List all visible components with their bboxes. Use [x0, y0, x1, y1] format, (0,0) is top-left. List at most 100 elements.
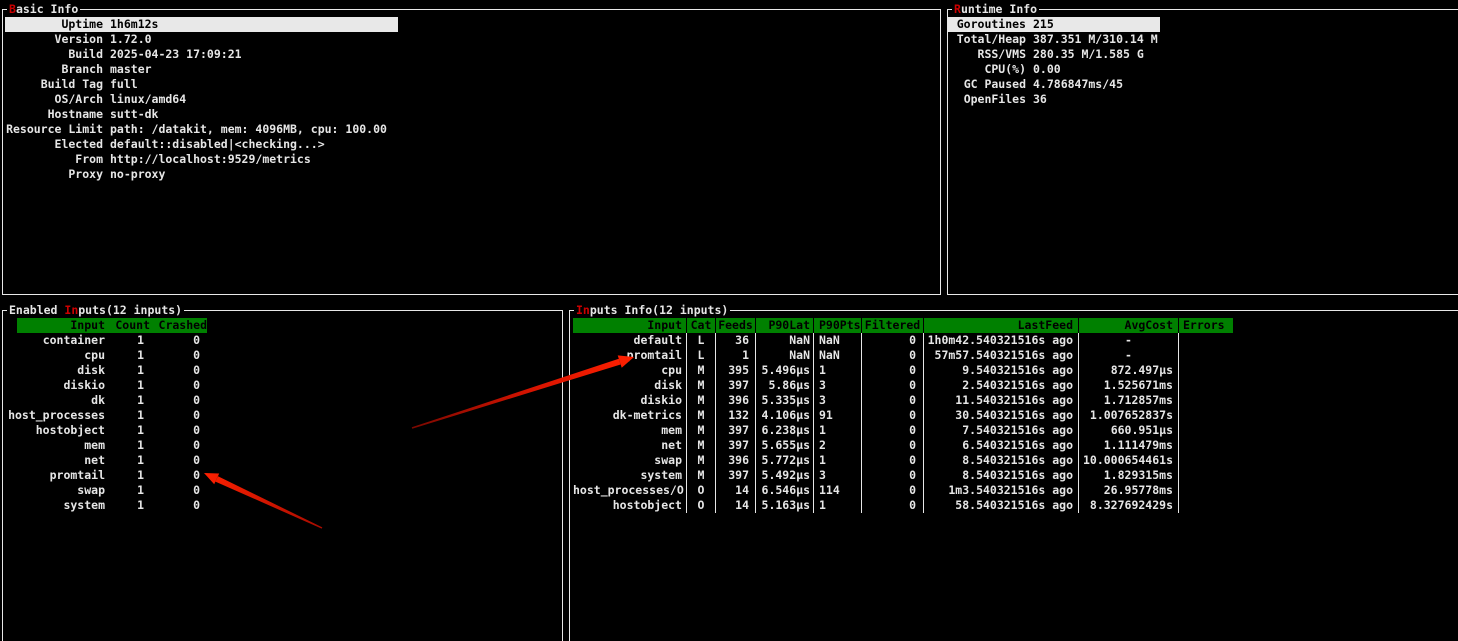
title-hotkey: R [954, 2, 961, 16]
table-row[interactable]: net M 397 5.655µs 2 0 6.540321516s ago 1.111479… [573, 438, 1233, 453]
info-row[interactable]: OpenFiles 36 [948, 92, 1160, 107]
panel-basic-info: Basic Info Uptime 1h6m12s Version 1.72.0 Bui… [2, 2, 941, 295]
table-row[interactable]: hostobject 1 0 [5, 423, 207, 438]
info-row[interactable]: Hostname sutt-dk [5, 107, 398, 122]
cell-avgcost: 1.525671ms [1079, 378, 1179, 393]
enabled-inputs-table: Input Count Crashed container 1 0 cpu 1 0 disk 1 0 d… [5, 318, 207, 513]
title-hotkey: B [9, 2, 16, 16]
row-label: Goroutines [956, 17, 1026, 31]
cell-lastfeed: 6.540321516s ago [924, 438, 1079, 453]
table-row[interactable]: system 1 0 [5, 498, 207, 513]
cell-lastfeed: 8.540321516s ago [924, 453, 1079, 468]
table-row[interactable]: net 1 0 [5, 453, 207, 468]
cell-p90pts: NaN [814, 348, 862, 363]
table-row[interactable]: cpu 1 0 [5, 348, 207, 363]
table-row[interactable]: promtail 1 0 [5, 468, 207, 483]
cell-input: host_processes/O [573, 483, 687, 498]
column-header-feeds: Feeds [716, 318, 756, 333]
column-header-p90lat: P90Lat [756, 318, 814, 333]
cell-input: dk-metrics [573, 408, 687, 423]
table-row[interactable]: dk-metrics M 132 4.106µs 91 0 30.540321516s ag… [573, 408, 1233, 423]
cell-input: net [84, 453, 105, 467]
row-label: Branch [61, 62, 103, 76]
cell-p90pts: 2 [814, 438, 862, 453]
cell-filtered: 0 [862, 438, 924, 453]
cell-cat: L [687, 333, 716, 348]
row-value: sutt-dk [110, 107, 159, 121]
cell-crashed: 0 [193, 393, 200, 407]
table-row[interactable]: cpu M 395 5.496µs 1 0 9.540321516s ago 872.497µ… [573, 363, 1233, 378]
info-row[interactable]: Uptime 1h6m12s [5, 17, 398, 32]
cell-input: swap [77, 483, 105, 497]
info-row[interactable]: Resource Limit path: /datakit, mem: 4096M… [5, 122, 398, 137]
row-value: 215 [1033, 17, 1054, 31]
cell-count: 1 [137, 423, 144, 437]
cell-errors [1179, 438, 1233, 453]
cell-lastfeed: 8.540321516s ago [924, 468, 1079, 483]
row-value: linux/amd64 [110, 92, 187, 106]
table-row[interactable]: diskio M 396 5.335µs 3 0 11.540321516s ago 1.71… [573, 393, 1233, 408]
cell-input: mem [573, 423, 687, 438]
column-header-p90pts: P90Pts [814, 318, 862, 333]
cell-lastfeed: 58.540321516s ago [924, 498, 1079, 513]
cell-cat: M [687, 423, 716, 438]
table-row[interactable]: host_processes/O O 14 6.546µs 114 0 1m3.540321… [573, 483, 1233, 498]
info-row[interactable]: Build Tag full [5, 77, 398, 92]
cell-crashed: 0 [193, 408, 200, 422]
cell-lastfeed: 9.540321516s ago [924, 363, 1079, 378]
table-row[interactable]: system M 397 5.492µs 3 0 8.540321516s ago 1.829… [573, 468, 1233, 483]
cell-avgcost: 1.712857ms [1079, 393, 1179, 408]
info-row[interactable]: From http://localhost:9529/metrics [5, 152, 398, 167]
cell-input: promtail [49, 468, 105, 482]
row-value: 4.786847ms/45 [1033, 77, 1124, 91]
title-post: asic Info [15, 2, 79, 16]
table-row[interactable]: diskio 1 0 [5, 378, 207, 393]
cell-feeds: 397 [716, 468, 756, 483]
cell-crashed: 0 [193, 348, 200, 362]
cell-filtered: 0 [862, 408, 924, 423]
table-row[interactable]: default L 36 NaN NaN 0 1h0m42.540321516s ago - [573, 333, 1233, 348]
cell-count: 1 [137, 378, 144, 392]
info-row[interactable]: Elected default::disabled|<checking...> [5, 137, 398, 152]
cell-crashed: 0 [193, 498, 200, 512]
table-row[interactable]: disk 1 0 [5, 363, 207, 378]
cell-input: diskio [63, 378, 105, 392]
table-row[interactable]: promtail L 1 NaN NaN 0 57m57.540321516s ago - [573, 348, 1233, 363]
table-row[interactable]: mem 1 0 [5, 438, 207, 453]
cell-filtered: 0 [862, 348, 924, 363]
cell-input: diskio [573, 393, 687, 408]
table-row[interactable]: hostobject O 14 5.163µs 1 0 58.540321516s ago 8… [573, 498, 1233, 513]
info-row[interactable]: RSS/VMS 280.35 M/1.585 G [948, 47, 1160, 62]
info-row[interactable]: Goroutines 215 [948, 17, 1160, 32]
table-row[interactable]: disk M 397 5.86µs 3 0 2.540321516s ago 1.525671… [573, 378, 1233, 393]
cell-p90pts: 3 [814, 393, 862, 408]
row-label: RSS/VMS [977, 47, 1026, 61]
cell-cat: O [687, 483, 716, 498]
info-row[interactable]: Proxy no-proxy [5, 167, 398, 182]
cell-p90lat: 6.238µs [756, 423, 814, 438]
info-row[interactable]: CPU(%) 0.00 [948, 62, 1160, 77]
row-label: From [75, 152, 103, 166]
info-row[interactable]: GC Paused 4.786847ms/45 [948, 77, 1160, 92]
table-header-row: Input Cat Feeds P90Lat P90Pts Filtered LastFee… [573, 318, 1233, 333]
info-row[interactable]: Build 2025-04-23 17:09:21 [5, 47, 398, 62]
table-row[interactable]: host_processes 1 0 [5, 408, 207, 423]
panel-inputs-info: Inputs Info(12 inputs) Input Cat Feeds P90L… [569, 303, 1458, 641]
cell-p90pts: 1 [814, 363, 862, 378]
row-label: OS/Arch [54, 92, 103, 106]
info-row[interactable]: Total/Heap 387.351 M/310.14 M [948, 32, 1160, 47]
table-row[interactable]: swap M 396 5.772µs 1 0 8.540321516s ago 10.0006… [573, 453, 1233, 468]
table-row[interactable]: mem M 397 6.238µs 1 0 7.540321516s ago 660.951µ… [573, 423, 1233, 438]
info-row[interactable]: Version 1.72.0 [5, 32, 398, 47]
info-row[interactable]: Branch master [5, 62, 398, 77]
cell-filtered: 0 [862, 378, 924, 393]
cell-p90pts: 3 [814, 468, 862, 483]
table-row[interactable]: dk 1 0 [5, 393, 207, 408]
info-row[interactable]: OS/Arch linux/amd64 [5, 92, 398, 107]
cell-errors [1179, 408, 1233, 423]
cell-errors [1179, 333, 1233, 348]
column-header-lastfeed: LastFeed [924, 318, 1079, 333]
table-row[interactable]: swap 1 0 [5, 483, 207, 498]
cell-feeds: 397 [716, 438, 756, 453]
table-row[interactable]: container 1 0 [5, 333, 207, 348]
